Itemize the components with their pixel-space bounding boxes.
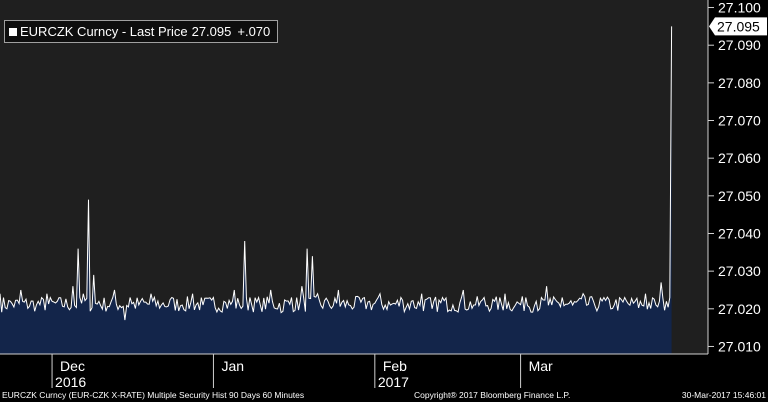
legend-series-label: EURCZK Curncy - Last Price xyxy=(20,24,188,39)
x-year-label: 2017 xyxy=(378,374,409,390)
x-year-label: 2016 xyxy=(55,374,86,390)
y-tick-label: 27.030 xyxy=(718,263,761,279)
y-tick-label: 27.070 xyxy=(718,113,761,129)
footer-source: EURCZK Curncy (EUR-CZK X-RATE) Multiple … xyxy=(2,390,305,400)
footer-bar: EURCZK Curncy (EUR-CZK X-RATE) Multiple … xyxy=(0,390,768,402)
legend-change: +.070 xyxy=(237,24,271,39)
series-legend: EURCZK Curncy - Last Price 27.095 +.070 xyxy=(4,20,279,43)
y-tick-label: 27.020 xyxy=(718,301,761,317)
y-tick-label: 27.040 xyxy=(718,225,761,241)
y-tick-label: 27.100 xyxy=(718,0,761,16)
x-month-label: Jan xyxy=(221,358,244,374)
y-tick-label: 27.090 xyxy=(718,37,761,53)
y-tick-label: 27.050 xyxy=(718,188,761,204)
legend-swatch xyxy=(9,27,17,36)
legend-last-value: 27.095 xyxy=(191,24,232,39)
y-tick-label: 27.010 xyxy=(718,338,761,354)
y-tick-label: 27.060 xyxy=(718,150,761,166)
footer-copyright: Copyright® 2017 Bloomberg Finance L.P. xyxy=(414,390,571,400)
y-axis: 27.010 27.020 27.030 27.040 27.050 27.060 27.0… xyxy=(707,0,767,354)
x-month-label: Dec xyxy=(60,358,85,374)
footer-timestamp: 30-Mar-2017 15:46:01 xyxy=(681,390,766,400)
price-chart: 27.010 27.020 27.030 27.040 27.050 27.060 27.0… xyxy=(0,0,767,390)
x-month-label: Feb xyxy=(383,358,407,374)
y-tick-label: 27.080 xyxy=(718,75,761,91)
x-axis: Dec2016 Jan Feb2017 Mar xyxy=(0,353,708,390)
last-price-label: 27.095 xyxy=(717,18,760,34)
x-month-label: Mar xyxy=(529,358,553,374)
